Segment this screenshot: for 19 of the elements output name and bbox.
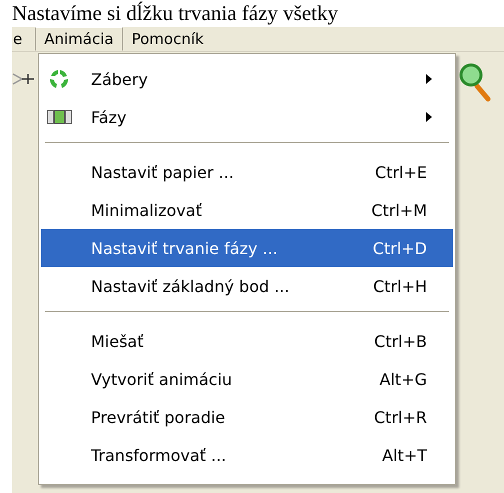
menu-bar-item[interactable]: e xyxy=(12,27,32,51)
menu-item[interactable]: Vytvoriť animáciu Alt+G xyxy=(41,360,453,398)
cycle-arrows-icon xyxy=(47,67,71,91)
menu-item[interactable]: Nastaviť základný bod ... Ctrl+H xyxy=(41,267,453,305)
menu-item[interactable]: Nastaviť trvanie fázy ... Ctrl+D xyxy=(41,229,453,267)
heading-text: Nastavíme si dĺžku trvania fázy všetky xyxy=(11,0,339,27)
menu-item[interactable]: Miešať Ctrl+B xyxy=(41,322,453,360)
menu-item[interactable]: Fázy xyxy=(41,98,453,136)
menu-item[interactable]: Prevrátiť poradie Ctrl+R xyxy=(41,398,453,436)
zoom-icon[interactable] xyxy=(458,62,492,102)
menu-item[interactable]: Transformovať ... Alt+T xyxy=(41,436,453,474)
menu-item[interactable]: Zábery xyxy=(41,60,453,98)
submenu-arrow-icon xyxy=(425,73,433,85)
menu-item[interactable]: Minimalizovať Ctrl+M xyxy=(41,191,453,229)
frames-icon xyxy=(47,109,73,125)
menu-item[interactable]: Nastaviť papier ... Ctrl+E xyxy=(41,153,453,191)
menu-bar-item[interactable]: Animácia xyxy=(35,27,123,51)
submenu-arrow-icon xyxy=(425,111,433,123)
menu-bar-item[interactable]: Pomocník xyxy=(122,27,213,51)
